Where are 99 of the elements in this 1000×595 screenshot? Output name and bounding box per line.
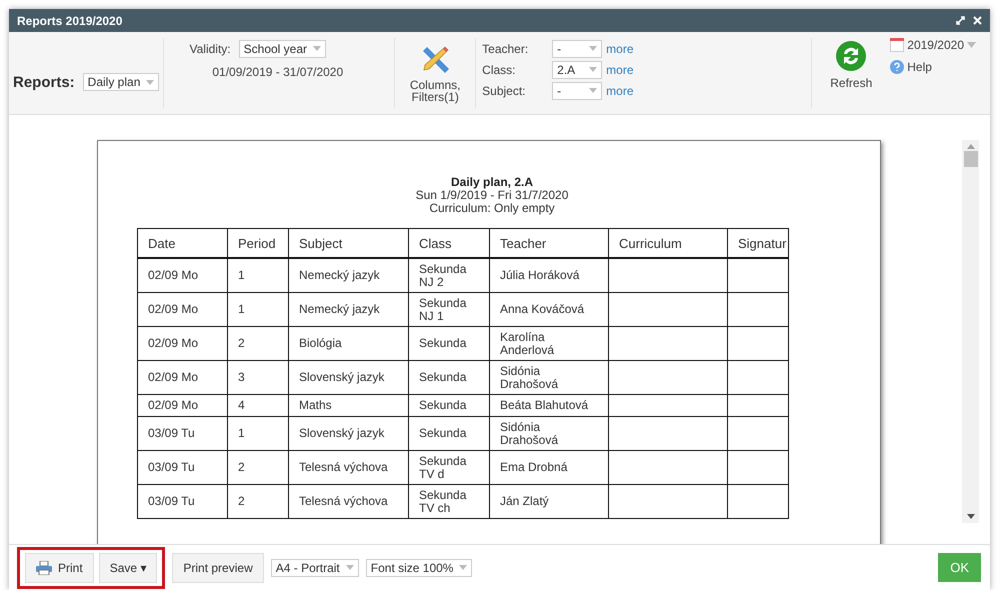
table-cell [728,360,788,394]
table-cell: 2 [228,450,288,484]
table-cell: Ema Drobná [490,450,608,484]
table-cell: Sekunda NJ 2 [408,258,490,292]
printer-icon [36,560,52,574]
caret-icon [589,88,598,93]
scroll-down-icon[interactable] [966,514,974,519]
table-cell: Slovenský jazyk [288,360,408,394]
column-header: Subject [288,228,408,258]
table-cell: 03/09 Tu [138,484,228,518]
validity-dropdown[interactable]: School year [238,40,326,58]
filter-label: Class: [482,62,516,76]
table-cell: 03/09 Tu [138,450,228,484]
column-header: Curriculum [608,228,728,258]
calendar-icon [890,38,904,52]
help-link[interactable]: Help [890,60,932,74]
table-cell: Nemecký jazyk [288,258,408,292]
more-link[interactable]: more [606,84,634,98]
table-cell: 2 [228,326,288,360]
column-header: Date [138,228,228,258]
table-cell [728,258,788,292]
maximize-icon[interactable] [956,16,965,25]
table-cell [728,292,788,326]
filter-dropdown[interactable]: - [552,40,602,58]
table-cell: Sidónia Drahošová [490,360,608,394]
column-header: Signatur [728,228,788,258]
table-cell: Beáta Blahutová [490,394,608,416]
table-cell: 1 [228,258,288,292]
table-cell: Nemecký jazyk [288,292,408,326]
report-note: Curriculum: Only empty [429,202,555,215]
footer-button[interactable]: Save ▾ [98,552,158,582]
help-icon [890,60,904,74]
filter-dropdown[interactable]: 2.A [552,60,602,78]
caret-icon [589,67,598,72]
date-range: 01/09/2019 - 31/07/2020 [212,65,344,79]
table-cell: 4 [228,394,288,416]
table-cell: Maths [288,394,408,416]
table-cell: 02/09 Mo [138,292,228,326]
table-cell: Ján Zlatý [490,484,608,518]
year-selector[interactable]: 2019/2020 [890,38,976,52]
table-cell: 02/09 Mo [138,394,228,416]
table-cell: Sekunda [408,360,490,394]
validity-label: Validity: [190,42,231,56]
table-cell: Telesná výchova [288,484,408,518]
caret-icon [459,565,468,570]
refresh-icon [835,40,868,72]
table-cell: 2 [228,484,288,518]
table-cell: Slovenský jazyk [288,416,408,450]
reports-label: Reports: [13,74,75,90]
print-button[interactable]: Print [25,552,94,582]
report-title: Daily plan, 2.A [450,176,534,189]
table-cell: Sekunda TV d [408,450,490,484]
table-cell: 1 [228,416,288,450]
refresh-button[interactable]: Refresh [826,40,876,90]
more-link[interactable]: more [606,42,634,56]
table-cell: Sekunda [408,326,490,360]
table-cell: 02/09 Mo [138,360,228,394]
page-setup-dropdown[interactable]: A4 - Portrait [270,558,359,576]
table-cell: Anna Kováčová [490,292,608,326]
table-cell: Karolína Anderlová [490,326,608,360]
table-cell [728,450,788,484]
table-cell: 3 [228,360,288,394]
table-cell [728,484,788,518]
caret-icon [313,46,322,51]
filter-label: Subject: [482,84,527,98]
caret-icon [146,80,154,84]
footer-button[interactable]: Print preview [172,552,264,582]
table-cell [728,326,788,360]
table-cell: Sekunda TV ch [408,484,490,518]
caret-icon [967,42,976,48]
caret-icon [346,565,354,570]
filter-label: Teacher: [482,42,530,56]
columns-filters-button[interactable]: Columns, Filters(1) [403,43,468,103]
table-cell: Biológia [288,326,408,360]
table-cell [728,416,788,450]
report-subtitle: Sun 1/9/2019 - Fri 31/7/2020 [416,189,568,202]
report-type-dropdown[interactable]: Daily plan [82,73,160,91]
table-cell: 02/09 Mo [138,326,228,360]
column-header: Teacher [490,228,608,258]
table-cell: Telesná výchova [288,450,408,484]
table-cell: 1 [228,292,288,326]
table-cell: Júlia Horáková [490,258,608,292]
window-title: Reports 2019/2020 [17,14,122,28]
filter-dropdown[interactable]: - [552,82,602,100]
caret-icon [589,46,598,51]
more-link[interactable]: more [606,62,634,76]
close-icon[interactable] [973,16,982,25]
table-cell: Sekunda [408,394,490,416]
table-cell: 03/09 Tu [138,416,228,450]
scrollbar[interactable] [962,140,979,523]
table-cell: Sekunda NJ 1 [408,292,490,326]
column-header: Period [228,228,288,258]
column-header: Class [408,228,490,258]
table-cell [728,394,788,416]
page-setup-dropdown[interactable]: Font size 100% [366,558,472,576]
table-cell: Sidónia Drahošová [490,416,608,450]
scroll-thumb[interactable] [964,151,978,167]
table-cell: Sekunda [408,416,490,450]
table-cell: 02/09 Mo [138,258,228,292]
